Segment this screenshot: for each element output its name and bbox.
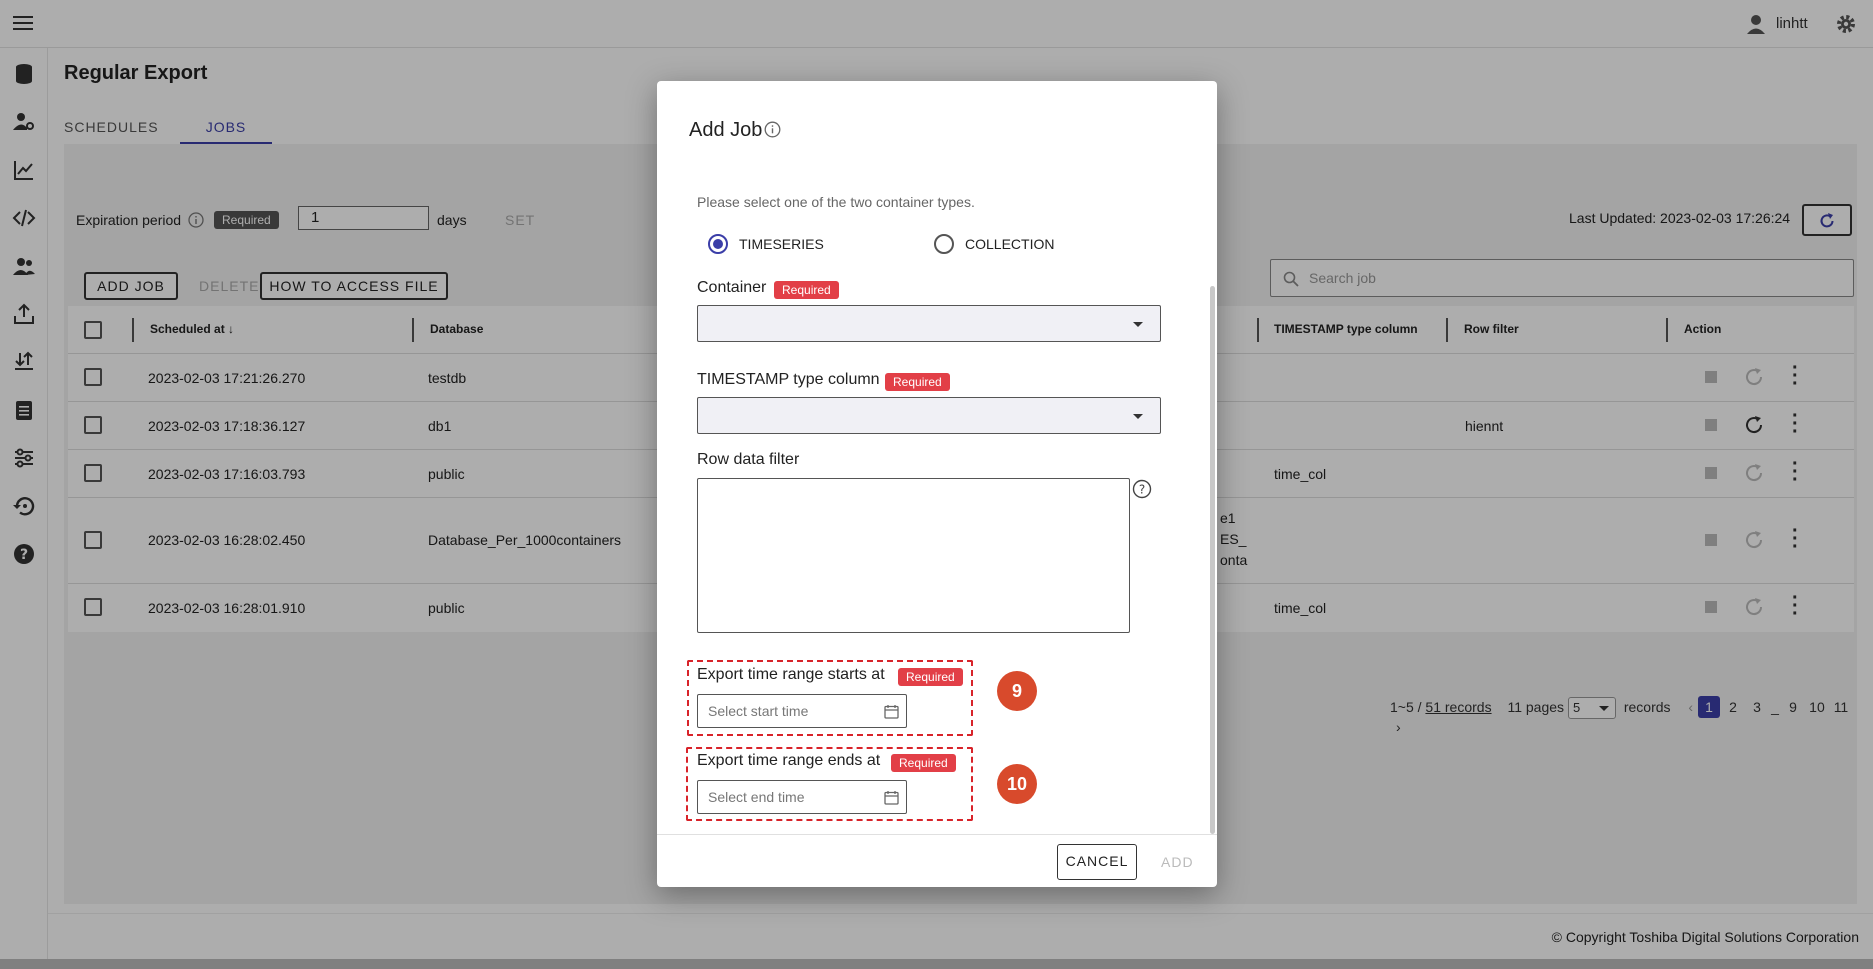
step-badge-end: 10 [997, 764, 1037, 804]
dialog-title: Add Job [689, 119, 763, 141]
svg-text:?: ? [1139, 483, 1145, 497]
timestamp-column-label: TIMESTAMP type column [697, 371, 880, 388]
start-time-placeholder: Select start time [708, 703, 809, 719]
chevron-down-icon [1133, 414, 1143, 419]
end-time-input[interactable]: Select end time [697, 780, 907, 814]
instruction-text: Please select one of the two container t… [697, 194, 975, 210]
start-time-input[interactable]: Select start time [697, 694, 907, 728]
start-time-label: Export time range starts at [697, 666, 885, 683]
chevron-down-icon [1133, 322, 1143, 327]
cancel-button[interactable]: CANCEL [1057, 844, 1137, 880]
radio-timeseries-label[interactable]: TIMESERIES [739, 236, 824, 252]
dialog-scrollbar[interactable] [1210, 286, 1215, 834]
required-badge: Required [891, 754, 956, 772]
add-job-dialog: Add Job Please select one of the two con… [657, 81, 1217, 887]
end-time-label: Export time range ends at [697, 752, 881, 769]
container-select[interactable] [697, 305, 1161, 342]
required-badge: Required [885, 373, 950, 391]
row-filter-label: Row data filter [697, 451, 800, 468]
help-icon[interactable]: ? [1132, 479, 1152, 499]
calendar-icon[interactable] [884, 790, 899, 805]
end-time-placeholder: Select end time [708, 789, 805, 805]
radio-timeseries[interactable] [708, 234, 728, 254]
radio-collection[interactable] [934, 234, 954, 254]
required-badge: Required [774, 281, 839, 299]
calendar-icon[interactable] [884, 704, 899, 719]
required-badge: Required [898, 668, 963, 686]
container-label: Container [697, 279, 767, 296]
row-filter-textarea[interactable] [697, 478, 1130, 633]
timestamp-column-select[interactable] [697, 397, 1161, 434]
step-badge-start: 9 [997, 671, 1037, 711]
add-button[interactable]: ADD [1161, 854, 1194, 870]
radio-collection-label[interactable]: COLLECTION [965, 236, 1054, 252]
info-icon[interactable] [764, 121, 781, 138]
